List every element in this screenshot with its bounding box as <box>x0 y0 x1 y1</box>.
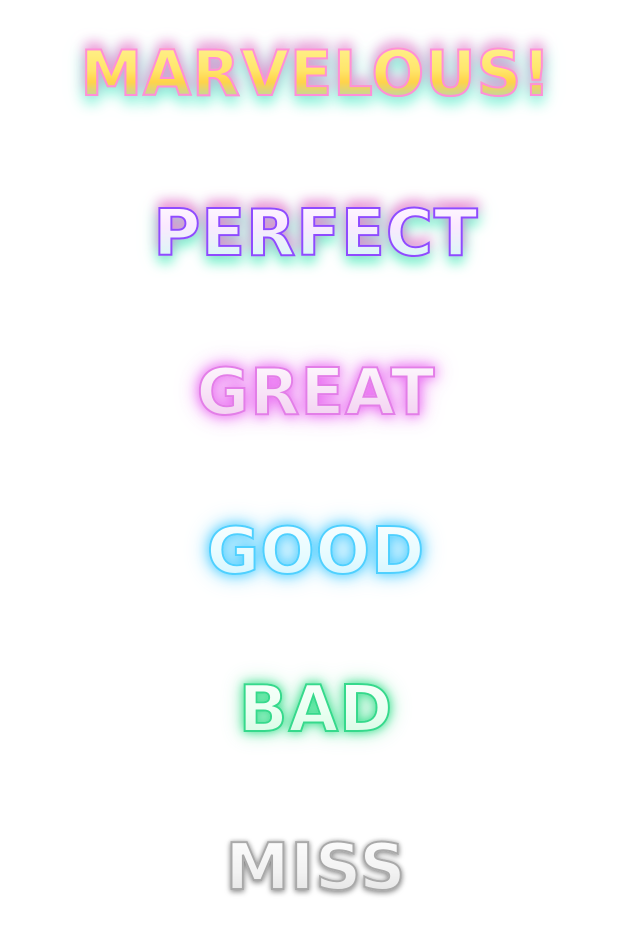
judgement-great: GREAT <box>0 353 632 433</box>
judgement-good: GOOD <box>0 512 632 592</box>
judgement-miss: MISS <box>0 828 632 908</box>
judgement-marvelous: MARVELOUS! <box>0 34 632 114</box>
judgement-list: MARVELOUS! PERFECT GREAT GOOD BAD MISS <box>0 0 632 948</box>
judgement-bad: BAD <box>0 670 632 750</box>
judgement-perfect: PERFECT <box>0 194 632 274</box>
